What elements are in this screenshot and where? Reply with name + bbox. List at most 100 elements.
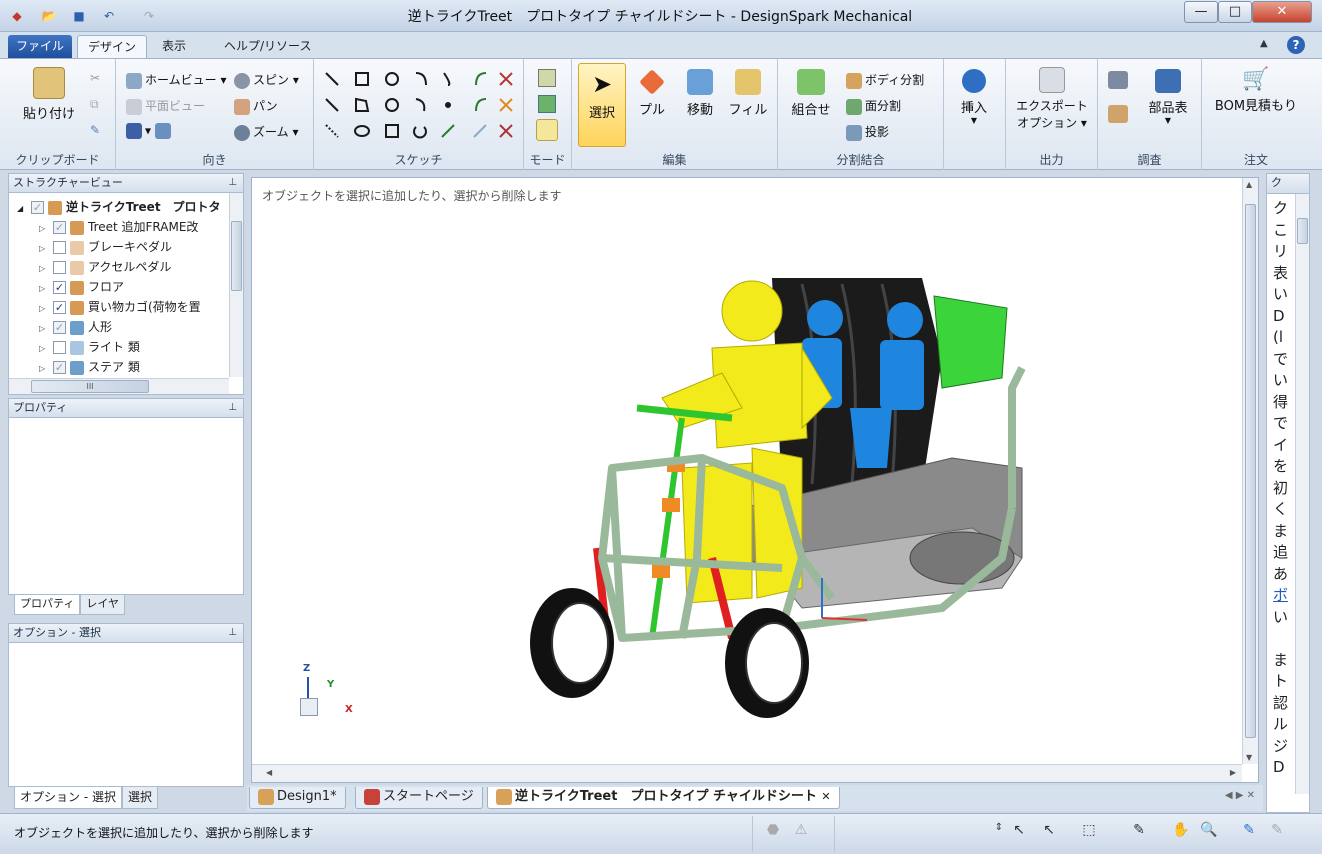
tree-item[interactable]: ▷ ブレーキペダル [9,237,243,257]
close-button[interactable]: ✕ [1252,1,1312,23]
minimize-button[interactable]: — [1184,1,1218,23]
canvas-vscroll[interactable]: ▲ ▼ [1242,178,1258,764]
view-cube-icon[interactable] [300,698,318,716]
section-mode-icon[interactable] [538,95,556,113]
expand-icon[interactable]: ▷ [39,339,49,359]
scroll-right-icon[interactable]: ▶ [1230,768,1236,777]
visibility-checkbox[interactable]: ✓ [53,301,66,314]
doctab-design1[interactable]: Design1* [249,787,346,809]
split-body-button[interactable]: ボディ分割 [846,71,924,89]
export-options-button[interactable]: エクスポート オプション ▾ [1010,67,1094,131]
expand-icon[interactable]: ▷ [39,259,49,279]
sketch-plane-icon[interactable]: ✎ [1130,822,1148,840]
format-painter-icon[interactable]: ✎ [90,123,100,137]
select-tool-icon[interactable]: ↖ [1010,822,1028,840]
expand-icon[interactable]: ▷ [39,239,49,259]
tab-design[interactable]: デザイン [77,35,147,58]
select-button[interactable]: ➤ 選択 [578,63,626,147]
bom-button[interactable]: 部品表 ▼ [1142,69,1194,125]
paste-button[interactable]: 貼り付け [14,67,84,122]
right-pane-vscroll[interactable] [1295,194,1309,794]
project-button[interactable]: 投影 [846,123,889,141]
design-canvas[interactable]: オブジェクトを選択に追加したり、選択から削除します Z Y X ▲ ▼ ◀ ▶ [251,177,1259,783]
root-checkbox[interactable]: ✓ [31,201,44,214]
tree-item[interactable]: ▷ ✓ ステア 類 [9,357,243,377]
undo-icon[interactable]: ↶ [100,8,118,24]
visibility-checkbox[interactable] [53,261,66,274]
collapse-icon[interactable]: ◢ [17,199,27,219]
expand-icon[interactable]: ▷ [39,279,49,299]
pan-status-icon[interactable]: ✋ [1172,822,1190,840]
cycle-selection-icon[interactable]: ⇕ [990,822,1008,840]
right-pane-vscroll-thumb[interactable] [1297,218,1308,244]
tree-hscroll[interactable]: III [9,378,229,394]
maximize-button[interactable]: □ [1218,1,1252,23]
tab-properties[interactable]: プロパティ [14,595,81,615]
combine-button[interactable]: 組合せ [786,69,836,118]
fill-button[interactable]: フィル [728,69,768,118]
open-icon[interactable]: 📂 [40,8,58,24]
pointer-icon[interactable]: ↖ [1040,822,1058,840]
tree-vscroll[interactable] [229,193,243,377]
expand-icon[interactable]: ▷ [39,299,49,319]
plane-view-button[interactable]: 平面ビュー [126,97,205,115]
stop-icon[interactable]: ⬣ [764,822,782,840]
tab-layers[interactable]: レイヤ [80,595,126,615]
tree-vscroll-thumb[interactable] [231,221,242,291]
tree-item[interactable]: ▷ ✓ Treet 追加FRAME改 [9,217,243,237]
pen-icon[interactable]: ✎ [1240,822,1258,840]
doctab-nav-icons[interactable]: ◀ ▶ ✕ [1225,790,1255,801]
cut-icon[interactable]: ✂ [90,71,100,85]
tab-select[interactable]: 選択 [121,787,158,809]
tab-file[interactable]: ファイル(F) [8,35,72,75]
expand-icon[interactable]: ▷ [39,319,49,339]
tree-item[interactable]: ▷ ✓ 買い物カゴ(荷物を置 [9,297,243,317]
sketch-mode-icon[interactable] [538,69,556,87]
box-select-icon[interactable]: ⬚ [1080,822,1098,840]
expand-icon[interactable]: ▷ [39,359,49,379]
tree-hscroll-thumb[interactable]: III [31,380,149,393]
scroll-down-icon[interactable]: ▼ [1246,753,1252,762]
visibility-checkbox[interactable]: ✓ [53,221,66,234]
help-icon[interactable]: ? [1287,36,1305,54]
trike-model[interactable] [502,258,1042,718]
canvas-vscroll-thumb[interactable] [1245,204,1256,738]
tree-item[interactable]: ▷ ✓ フロア [9,277,243,297]
visibility-checkbox[interactable] [53,241,66,254]
insert-button[interactable]: 挿入 ▼ [952,69,996,125]
redo-icon[interactable]: ↷ [140,8,158,24]
move-button[interactable]: 移動 [680,69,720,118]
pan-button[interactable]: パン [234,97,278,115]
pin-icon[interactable]: ⊥ [228,624,237,642]
visibility-checkbox[interactable] [53,341,66,354]
save-icon[interactable]: ■ [70,8,88,24]
collapse-ribbon-icon[interactable]: ▲ [1260,38,1268,49]
3d-mode-icon[interactable] [536,119,558,141]
bom-quote-button[interactable]: 🛒 BOM見積もり [1206,69,1306,115]
doctab-active[interactable]: 逆トライクTreet プロトタイプ チャイルドシート ✕ [487,787,840,809]
spin-button[interactable]: スピン ▾ [234,71,299,89]
home-view-button[interactable]: ホームビュー ▾ [126,71,226,89]
sketch-tools-icons[interactable] [320,67,520,147]
split-face-button[interactable]: 面分割 [846,97,901,115]
canvas-hscroll[interactable]: ◀ ▶ [252,764,1242,782]
scroll-left-icon[interactable]: ◀ [266,768,272,777]
visibility-checkbox[interactable]: ✓ [53,321,66,334]
tab-options-select[interactable]: オプション - 選択 [14,787,122,809]
view-cube-button[interactable]: ▾ [126,123,174,139]
scroll-up-icon[interactable]: ▲ [1246,180,1252,189]
measure-status-icon[interactable]: ✎ [1268,822,1286,840]
measure-icon[interactable] [1108,71,1128,89]
doctab-close-icon[interactable]: ✕ [821,790,830,803]
copy-icon[interactable]: ⧉ [90,97,99,112]
warning-icon[interactable]: ⚠ [792,822,810,840]
tree-item[interactable]: ▷ ✓ 人形 [9,317,243,337]
tab-help[interactable]: ヘルプ/リソース [214,35,321,58]
pin-icon[interactable]: ⊥ [228,399,237,417]
zoom-button[interactable]: ズーム ▾ [234,123,298,141]
pin-icon[interactable]: ⊥ [228,174,237,192]
zoom-status-icon[interactable]: 🔍 [1200,822,1218,840]
tree-root[interactable]: ◢ ✓ 逆トライクTreet プロトタ [9,197,243,217]
expand-icon[interactable]: ▷ [39,219,49,239]
tab-display[interactable]: 表示 [152,35,196,58]
